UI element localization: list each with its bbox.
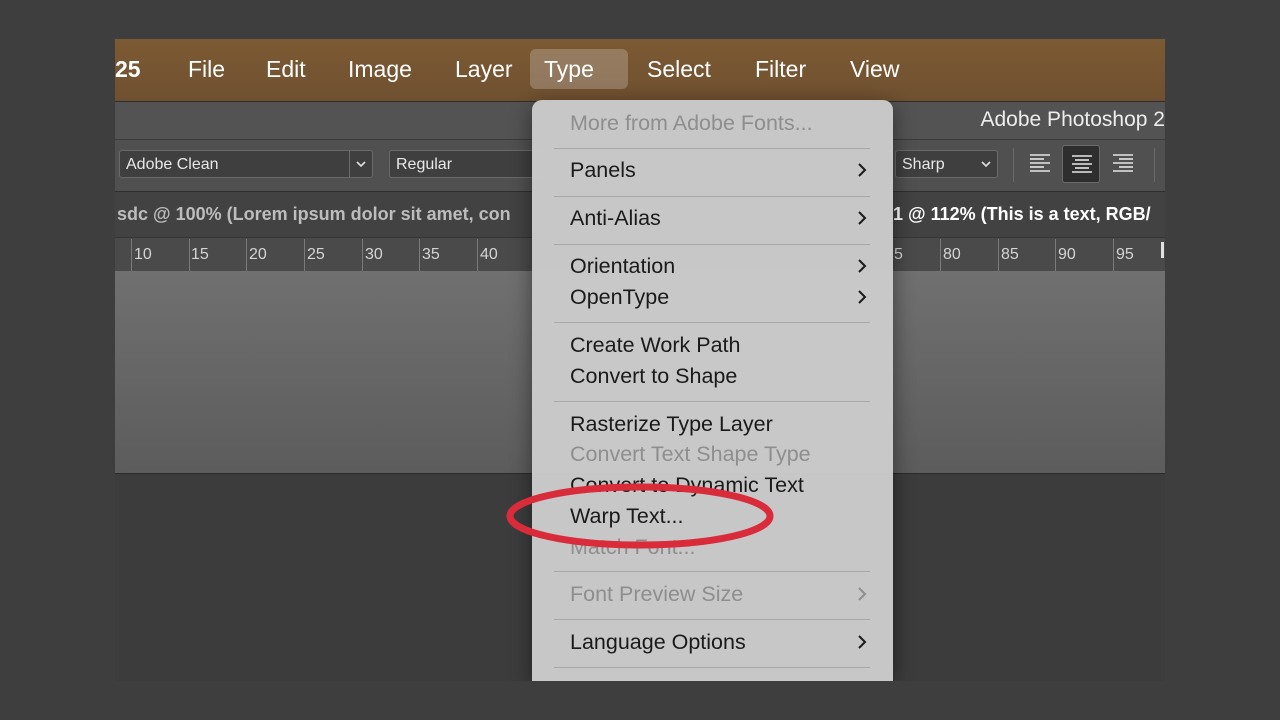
menu-item-warp-text[interactable]: Warp Text...	[570, 503, 870, 529]
ruler-label: 10	[134, 246, 152, 263]
menu-edit[interactable]: Edit	[252, 49, 320, 89]
ruler-label: 40	[480, 246, 498, 263]
ruler-label: 95	[1116, 246, 1134, 263]
ruler-label: 20	[249, 246, 267, 263]
font-style-select[interactable]: Regular	[389, 150, 549, 178]
menu-separator	[554, 196, 870, 197]
font-family-select[interactable]: Adobe Clean	[119, 150, 373, 178]
menu-item-opentype[interactable]: OpenType	[570, 284, 870, 310]
menu-item-language-options[interactable]: Language Options	[570, 629, 870, 655]
menu-image[interactable]: Image	[334, 49, 426, 89]
menu-separator	[554, 148, 870, 149]
ruler-label: 80	[943, 246, 961, 263]
ruler-label: 25	[307, 246, 325, 263]
menu-file[interactable]: File	[174, 49, 239, 89]
ruler-tick	[419, 239, 420, 271]
ruler-label: 30	[365, 246, 383, 263]
menu-separator	[554, 619, 870, 620]
ruler-tick	[1055, 239, 1056, 271]
document-tab[interactable]: sdc @ 100% (Lorem ipsum dolor sit amet, …	[117, 204, 511, 225]
ruler-tick	[940, 239, 941, 271]
menu-item-convert-text-shape-type[interactable]: Convert Text Shape Type	[570, 441, 870, 467]
chevron-right-icon	[858, 259, 867, 273]
menu-item-convert-to-dynamic-text[interactable]: Convert to Dynamic Text	[570, 472, 870, 498]
divider	[1013, 148, 1014, 182]
menu-filter[interactable]: Filter	[741, 49, 820, 89]
align-center-button[interactable]	[1062, 145, 1100, 183]
align-left-icon	[1030, 154, 1050, 172]
menu-app-year[interactable]: 25	[115, 49, 155, 89]
menu-view[interactable]: View	[836, 49, 913, 89]
menu-bar: 25 File Edit Image Layer Type Select Fil…	[115, 39, 1165, 101]
ruler-marker	[1161, 242, 1164, 258]
chevron-right-icon	[858, 290, 867, 304]
menu-item-orientation[interactable]: Orientation	[570, 253, 870, 279]
ruler-label: 35	[422, 246, 440, 263]
chevron-right-icon	[858, 635, 867, 649]
divider	[1154, 148, 1155, 182]
ruler-tick	[246, 239, 247, 271]
app-title: Adobe Photoshop 2	[980, 108, 1166, 131]
menu-item-font-preview-size[interactable]: Font Preview Size	[570, 581, 870, 607]
document-tab-active[interactable]: 1 @ 112% (This is a text, RGB/	[893, 204, 1151, 225]
menu-separator	[554, 401, 870, 402]
align-right-icon	[1113, 154, 1133, 172]
font-style-value: Regular	[396, 156, 453, 173]
ruler-tick	[189, 239, 190, 271]
menu-item-anti-alias[interactable]: Anti-Alias	[570, 205, 870, 231]
ruler-label: 90	[1058, 246, 1076, 263]
menu-separator	[554, 244, 870, 245]
align-center-icon	[1072, 155, 1092, 173]
ruler-label: 5	[894, 246, 903, 263]
align-right-button[interactable]	[1104, 145, 1142, 183]
menu-item-rasterize-type-layer[interactable]: Rasterize Type Layer	[570, 411, 870, 437]
ruler-label: 85	[1001, 246, 1019, 263]
ruler-label: 15	[191, 246, 209, 263]
menu-separator	[554, 571, 870, 572]
font-family-value: Adobe Clean	[126, 156, 219, 173]
align-left-button[interactable]	[1021, 145, 1059, 183]
anti-alias-value: Sharp	[902, 156, 945, 173]
menu-layer[interactable]: Layer	[441, 49, 527, 89]
ruler-tick	[1113, 239, 1114, 271]
ruler-tick	[477, 239, 478, 271]
menu-item-match-font[interactable]: Match Font...	[570, 534, 870, 560]
menu-item-more-from-adobe-fonts[interactable]: More from Adobe Fonts...	[570, 110, 870, 136]
ruler-tick	[362, 239, 363, 271]
menu-separator	[554, 667, 870, 668]
ruler-tick	[304, 239, 305, 271]
menu-select[interactable]: Select	[633, 49, 725, 89]
ruler-tick	[131, 239, 132, 271]
chevron-right-icon	[858, 587, 867, 601]
menu-item-create-work-path[interactable]: Create Work Path	[570, 332, 870, 358]
chevron-right-icon	[858, 163, 867, 177]
menu-separator	[554, 322, 870, 323]
type-dropdown-menu: More from Adobe Fonts... Panels Anti-Ali…	[532, 100, 893, 681]
chevron-right-icon	[858, 211, 867, 225]
chevron-down-icon	[975, 151, 997, 177]
menu-type[interactable]: Type	[530, 49, 628, 89]
chevron-down-icon	[349, 151, 372, 177]
photoshop-screen: 25 File Edit Image Layer Type Select Fil…	[115, 39, 1165, 681]
menu-item-convert-to-shape[interactable]: Convert to Shape	[570, 363, 870, 389]
anti-alias-select[interactable]: Sharp	[895, 150, 998, 178]
ruler-tick	[998, 239, 999, 271]
menu-item-panels[interactable]: Panels	[570, 157, 870, 183]
